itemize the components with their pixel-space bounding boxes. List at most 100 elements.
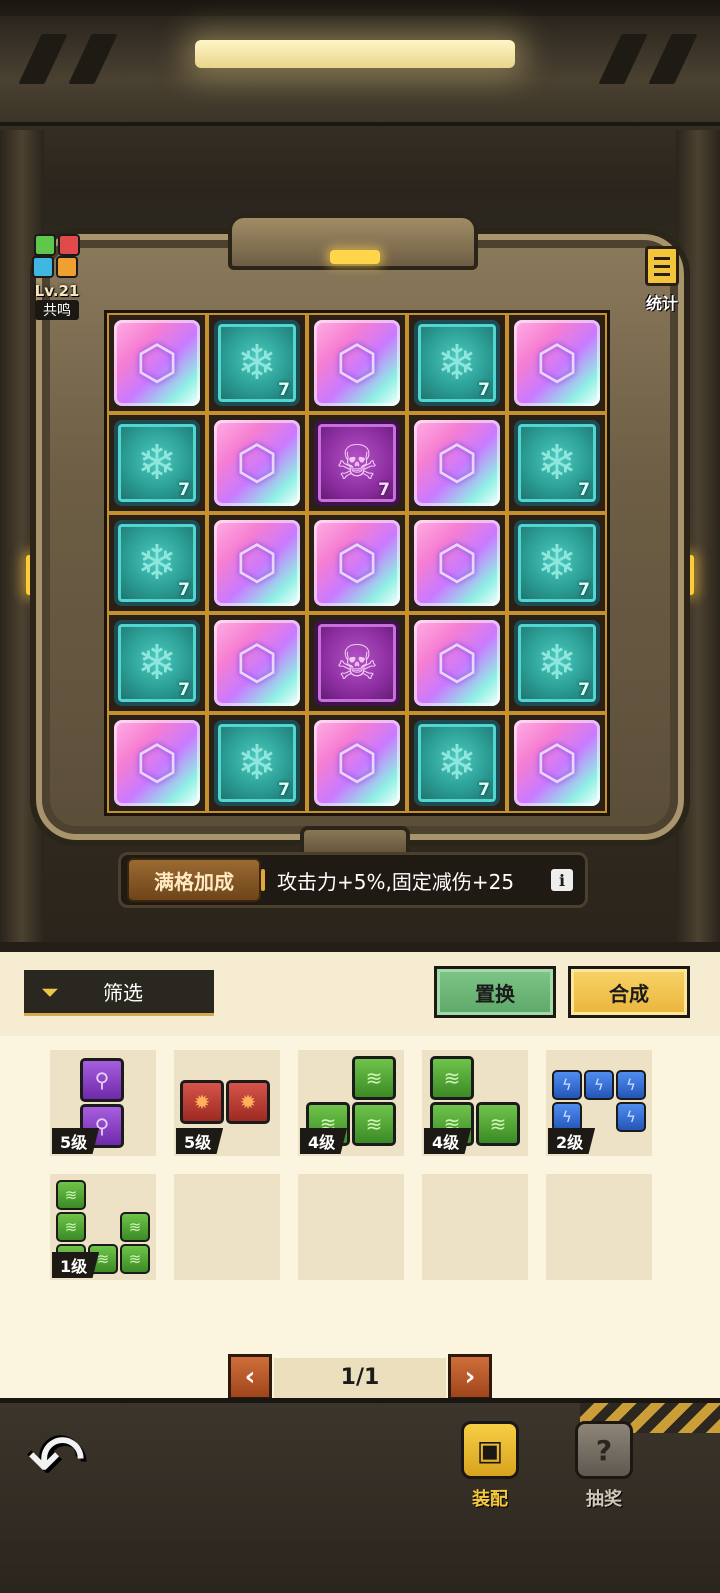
hexagon-gem-icon: ⬡ (336, 535, 378, 591)
board-cell[interactable]: ❄ 7 (107, 513, 207, 613)
inventory-slot[interactable]: ϟ ϟ ϟ ϟ ϟ 2级 (546, 1050, 652, 1156)
back-arrow-icon: ↶ (27, 1419, 87, 1501)
gem-tile: ⬡ (514, 720, 600, 806)
bonus-title: 满格加成 (127, 858, 261, 902)
frame-lamp (330, 250, 380, 264)
board-cell[interactable]: ⬡ (307, 313, 407, 413)
gem-tile: ⬡ (514, 320, 600, 406)
mystery-chest-icon: ? (575, 1421, 633, 1479)
board-cell[interactable]: ❄ 7 (207, 713, 307, 813)
tile-level: 7 (578, 480, 590, 500)
stats-button[interactable]: 统计 (634, 246, 690, 314)
board-cell[interactable]: ❄ 7 (507, 513, 607, 613)
inventory-slot[interactable]: ≋ ≋ ≋ 4级 (298, 1050, 404, 1156)
tile-level: 7 (478, 780, 490, 800)
tornado-block-icon: ≋ (56, 1212, 86, 1242)
snowflake-icon: ❄ (536, 435, 578, 491)
board-cell[interactable]: ⬡ (307, 713, 407, 813)
slot-level-badge: 4级 (424, 1128, 472, 1154)
ceiling-light (195, 40, 515, 68)
equip-icon: ▣ (461, 1421, 519, 1479)
board-cell[interactable]: ❄ 7 (407, 713, 507, 813)
piece-block-icon: ⚲ (80, 1058, 124, 1102)
nav-lottery[interactable]: ? 抽奖 (568, 1421, 640, 1511)
inventory-slot-empty[interactable] (422, 1174, 528, 1280)
board-cell[interactable]: ☠ (307, 613, 407, 713)
inventory-header: ⏷ 筛选 置换 合成 (0, 952, 720, 1034)
board-cell[interactable]: ⬡ (107, 313, 207, 413)
next-page-button[interactable]: › (448, 1354, 492, 1400)
board-cell[interactable]: ⬡ (507, 713, 607, 813)
cube-icon (56, 256, 78, 278)
board-cell[interactable]: ⬡ (407, 513, 507, 613)
lightning-block-icon: ϟ (552, 1102, 582, 1132)
tile-level: 7 (278, 380, 290, 400)
tile-level: 7 (478, 380, 490, 400)
resonance-badge[interactable]: Lv.21 共鸣 (20, 232, 94, 322)
slot-level-badge: 1级 (52, 1252, 100, 1278)
fire-block-icon: ✹ (180, 1080, 224, 1124)
board-cell[interactable]: ❄ 7 (507, 413, 607, 513)
gem-tile: ⬡ (414, 420, 500, 506)
board-cell[interactable]: ⬡ (507, 313, 607, 413)
inventory-slot-empty[interactable] (546, 1174, 652, 1280)
hexagon-gem-icon: ⬡ (236, 635, 278, 691)
nav-equip-label: 装配 (472, 1489, 508, 1510)
cube-icon (32, 256, 54, 278)
slot-level-badge: 5级 (176, 1128, 224, 1154)
bonus-text: 攻击力+5%,固定减伤+25 (277, 869, 515, 894)
board-cell[interactable]: ❄ 7 (107, 613, 207, 713)
hexagon-gem-icon: ⬡ (436, 635, 478, 691)
tornado-block-icon: ≋ (352, 1056, 396, 1100)
inventory-slot-empty[interactable] (174, 1174, 280, 1280)
nav-equip[interactable]: ▣ 装配 (454, 1421, 526, 1511)
board-cell[interactable]: ⬡ (407, 413, 507, 513)
inventory-panel: ⏷ 筛选 置换 合成 ⚲ ⚲ 5级 ✹ ✹ 5级 ≋ ≋ ≋ 4级 ≋ ≋ ≋ … (0, 942, 720, 1406)
filter-button[interactable]: ⏷ 筛选 (24, 970, 214, 1016)
tile-level: 7 (378, 480, 390, 500)
prev-page-button[interactable]: ‹ (228, 1354, 272, 1400)
board-cell[interactable]: ⬡ (107, 713, 207, 813)
snowflake-icon: ❄ (536, 535, 578, 591)
inventory-slot-empty[interactable] (298, 1174, 404, 1280)
hexagon-gem-icon: ⬡ (136, 335, 178, 391)
snow-tile: ❄ 7 (414, 320, 500, 406)
slot-level-badge: 2级 (548, 1128, 596, 1154)
board-cell[interactable]: ⬡ (207, 613, 307, 713)
nav-lottery-label: 抽奖 (586, 1489, 622, 1510)
hexagon-gem-icon: ⬡ (536, 335, 578, 391)
inventory-slot[interactable]: ≋ ≋ ≋ 4级 (422, 1050, 528, 1156)
board-cell[interactable]: ❄ 7 (507, 613, 607, 713)
full-grid-bonus-bar: 满格加成 攻击力+5%,固定减伤+25 i (118, 852, 588, 908)
info-icon[interactable]: i (551, 869, 573, 891)
gem-tile: ⬡ (414, 620, 500, 706)
resonance-cubes-icon (26, 232, 88, 280)
board-cell[interactable]: ❄ 7 (207, 313, 307, 413)
skull-tile: ☠ 7 (314, 420, 400, 506)
swap-button[interactable]: 置换 (434, 966, 556, 1018)
gem-tile: ⬡ (314, 720, 400, 806)
cube-icon (58, 234, 80, 256)
board-cell[interactable]: ⬡ (407, 613, 507, 713)
board-cell[interactable]: ❄ 7 (407, 313, 507, 413)
back-button[interactable]: ↶ (12, 1425, 102, 1495)
inventory-slot[interactable]: ⚲ ⚲ 5级 (50, 1050, 156, 1156)
board-cell[interactable]: ⬡ (307, 513, 407, 613)
inventory-slot[interactable]: ✹ ✹ 5级 (174, 1050, 280, 1156)
board-cell[interactable]: ☠ 7 (307, 413, 407, 513)
gem-tile: ⬡ (414, 520, 500, 606)
tile-level: 7 (578, 580, 590, 600)
tile-level: 7 (178, 680, 190, 700)
snowflake-icon: ❄ (136, 635, 178, 691)
hexagon-gem-icon: ⬡ (436, 435, 478, 491)
board-cell[interactable]: ⬡ (207, 413, 307, 513)
tornado-block-icon: ≋ (352, 1102, 396, 1146)
snow-tile: ❄ 7 (114, 520, 200, 606)
board-cell[interactable]: ⬡ (207, 513, 307, 613)
clipboard-icon (645, 246, 679, 286)
board-cell[interactable]: ❄ 7 (107, 413, 207, 513)
stats-label: 统计 (645, 294, 678, 313)
tile-level: 7 (178, 480, 190, 500)
merge-button[interactable]: 合成 (568, 966, 690, 1018)
inventory-slot[interactable]: ≋ ≋ ≋ ≋ ≋ ≋ 1级 (50, 1174, 156, 1280)
